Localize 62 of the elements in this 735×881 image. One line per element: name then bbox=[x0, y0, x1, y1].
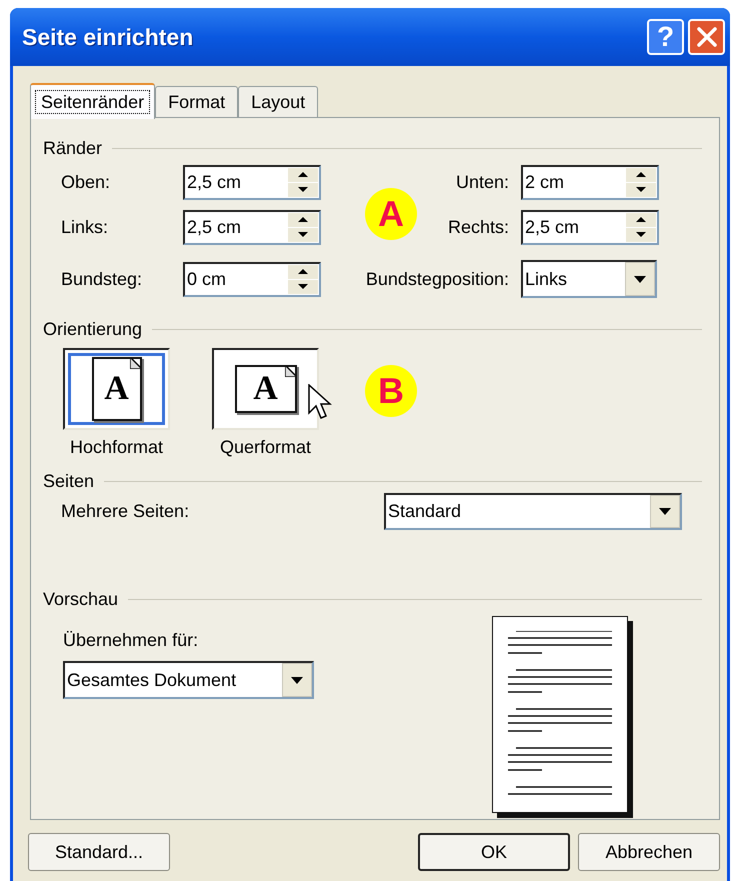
tab[interactable]: Format bbox=[155, 86, 238, 117]
spin-up-button[interactable] bbox=[288, 168, 318, 182]
dropdown-arrow-button[interactable] bbox=[282, 663, 312, 697]
mouse-pointer-icon bbox=[308, 384, 332, 420]
down-arrow-icon bbox=[298, 187, 308, 192]
dialog-button[interactable]: Standard... bbox=[28, 833, 170, 871]
close-icon bbox=[696, 26, 718, 48]
spin-field[interactable]: 2,5 cm bbox=[521, 210, 659, 244]
field-label: Oben: bbox=[61, 170, 112, 194]
section-title: Ränder bbox=[43, 136, 102, 160]
field-label: Links: bbox=[61, 216, 110, 238]
up-arrow-icon bbox=[636, 172, 646, 177]
field-label: Bundstegposition: bbox=[364, 268, 510, 291]
dropdown-field[interactable]: Links bbox=[521, 260, 657, 298]
down-arrow-icon bbox=[298, 284, 308, 289]
spin-up-button[interactable] bbox=[626, 212, 656, 226]
spin-down-button[interactable] bbox=[288, 280, 318, 294]
up-arrow-icon bbox=[636, 217, 646, 222]
spin-field[interactable]: 0 cm bbox=[183, 262, 321, 296]
option-label: Hochformat bbox=[68, 436, 164, 456]
spin-field[interactable]: 2,5 cm bbox=[183, 164, 321, 200]
tab[interactable]: Layout bbox=[238, 86, 318, 117]
dropdown-field[interactable]: Gesamtes Dokument bbox=[63, 661, 314, 699]
field-label: Unten: bbox=[454, 170, 510, 194]
help-button[interactable]: ? bbox=[647, 19, 684, 55]
spin-up-button[interactable] bbox=[288, 264, 318, 278]
dropdown-field[interactable]: Standard bbox=[384, 493, 682, 530]
down-arrow-icon bbox=[291, 676, 303, 684]
dropdown-arrow-button[interactable] bbox=[650, 495, 680, 528]
up-arrow-icon bbox=[298, 172, 308, 177]
spin-down-button[interactable] bbox=[626, 228, 656, 242]
spin-up-button[interactable] bbox=[288, 212, 318, 226]
spin-field[interactable]: 2,5 cm bbox=[183, 210, 321, 244]
down-arrow-icon bbox=[636, 232, 646, 237]
field-label: Mehrere Seiten: bbox=[61, 500, 190, 523]
spin-field[interactable]: 2 cm bbox=[521, 164, 659, 200]
orientation-option[interactable]: A bbox=[212, 348, 319, 430]
down-arrow-icon bbox=[659, 508, 671, 515]
up-arrow-icon bbox=[298, 217, 308, 222]
section-title: Orientierung bbox=[43, 318, 142, 341]
up-arrow-icon bbox=[298, 269, 308, 274]
field-label: Bundsteg: bbox=[61, 268, 144, 291]
spin-up-button[interactable] bbox=[626, 168, 656, 182]
option-label: Querformat bbox=[218, 436, 312, 456]
dialog-button[interactable]: OK bbox=[418, 833, 570, 871]
dropdown-arrow-button[interactable] bbox=[625, 262, 655, 296]
portrait-page-icon: A bbox=[92, 357, 142, 421]
window-title: Seite einrichten bbox=[22, 22, 194, 52]
landscape-page-icon: A bbox=[234, 365, 296, 413]
dialog-button[interactable]: Abbrechen bbox=[578, 833, 720, 871]
spin-down-button[interactable] bbox=[288, 182, 318, 196]
spin-down-button[interactable] bbox=[626, 182, 656, 196]
close-button[interactable] bbox=[688, 19, 725, 55]
down-arrow-icon bbox=[634, 276, 646, 282]
spin-down-button[interactable] bbox=[288, 228, 318, 242]
field-label: Übernehmen für: bbox=[63, 629, 200, 649]
section-title: Vorschau bbox=[43, 588, 118, 610]
section-title: Seiten bbox=[43, 470, 94, 492]
orientation-option[interactable]: A bbox=[63, 348, 170, 430]
down-arrow-icon bbox=[298, 232, 308, 237]
down-arrow-icon bbox=[636, 187, 646, 192]
tab[interactable]: Seitenränder bbox=[30, 83, 156, 119]
